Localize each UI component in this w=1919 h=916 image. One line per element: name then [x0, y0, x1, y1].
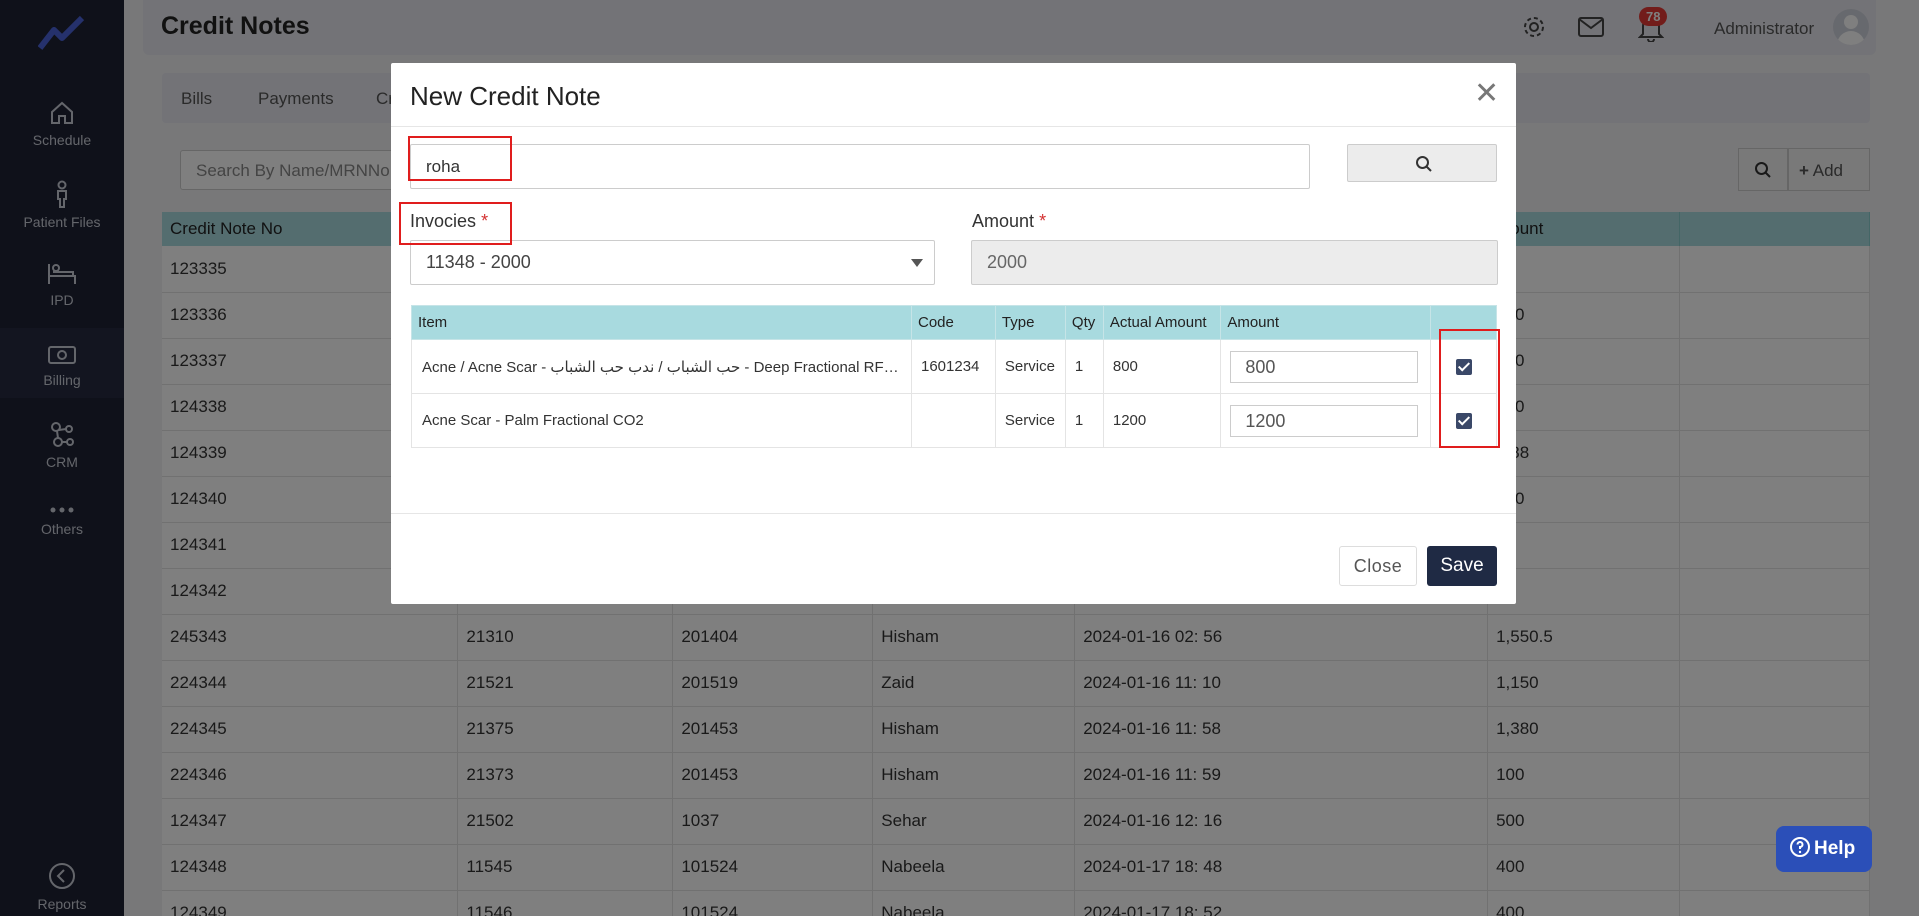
patient-search-input[interactable]: roha — [410, 144, 1310, 189]
modal-title: New Credit Note — [410, 81, 601, 111]
amount-input[interactable]: 1200 — [1230, 404, 1419, 437]
actual-amount-cell: 800 — [1102, 339, 1222, 394]
column-header-item: Item — [411, 305, 912, 340]
patient-search-button[interactable] — [1347, 144, 1497, 182]
close-icon[interactable]: ✕ — [1474, 79, 1499, 109]
select-cell — [1430, 339, 1497, 394]
invoices-selected-value: 11348 - 2000 — [426, 252, 531, 272]
code-cell: 1601234 — [911, 339, 996, 394]
table-row: Acne / Acne Scar - حب الشباب / ندب حب ال… — [411, 339, 1497, 394]
invoice-items-table: Item Code Type Qty Actual Amount Amount … — [411, 305, 1497, 448]
invoices-label: Invocies * — [410, 211, 488, 232]
help-button[interactable]: Help — [1776, 826, 1872, 872]
save-button[interactable]: Save — [1427, 546, 1497, 586]
actual-amount-cell: 1200 — [1102, 393, 1222, 448]
qty-cell: 1 — [1064, 339, 1104, 394]
type-cell: Service — [994, 339, 1066, 394]
modal-header: New Credit Note ✕ — [391, 63, 1516, 127]
amount-input[interactable]: 800 — [1230, 350, 1419, 383]
search-icon — [1416, 156, 1432, 172]
help-label: Help — [1814, 838, 1856, 859]
invoices-select[interactable]: 11348 - 2000 — [410, 240, 935, 285]
question-circle-icon — [1790, 837, 1810, 857]
invoices-label-text: Invocies — [410, 211, 477, 231]
amount-label-text: Amount — [972, 211, 1035, 231]
qty-cell: 1 — [1064, 393, 1104, 448]
code-cell — [911, 393, 996, 448]
column-header-actual-amount: Actual Amount — [1102, 305, 1222, 340]
item-cell: Acne Scar - Palm Fractional CO2 — [411, 393, 912, 448]
column-header-amount: Amount — [1220, 305, 1432, 340]
row-checkbox[interactable] — [1455, 358, 1472, 375]
close-button[interactable]: Close — [1339, 546, 1417, 586]
amount-cell: 1200 — [1220, 393, 1432, 448]
amount-label: Amount * — [972, 211, 1046, 232]
required-mark: * — [1039, 211, 1047, 231]
required-mark: * — [481, 211, 489, 231]
select-cell — [1430, 393, 1497, 448]
item-cell: Acne / Acne Scar - حب الشباب / ندب حب ال… — [411, 339, 912, 394]
amount-cell: 800 — [1220, 339, 1432, 394]
row-checkbox[interactable] — [1455, 412, 1472, 429]
type-cell: Service — [994, 393, 1066, 448]
table-header-row: Item Code Type Qty Actual Amount Amount — [411, 305, 1497, 340]
column-header-code: Code — [911, 305, 996, 340]
modal-footer-divider — [391, 513, 1516, 514]
column-header-type: Type — [994, 305, 1066, 340]
column-header-select — [1430, 305, 1497, 340]
chevron-down-icon — [911, 259, 923, 267]
amount-field: 2000 — [971, 240, 1498, 285]
table-row: Acne Scar - Palm Fractional CO2 Service … — [411, 393, 1497, 448]
new-credit-note-modal: New Credit Note ✕ roha Invocies * 11348 … — [391, 63, 1516, 604]
column-header-qty: Qty — [1064, 305, 1104, 340]
